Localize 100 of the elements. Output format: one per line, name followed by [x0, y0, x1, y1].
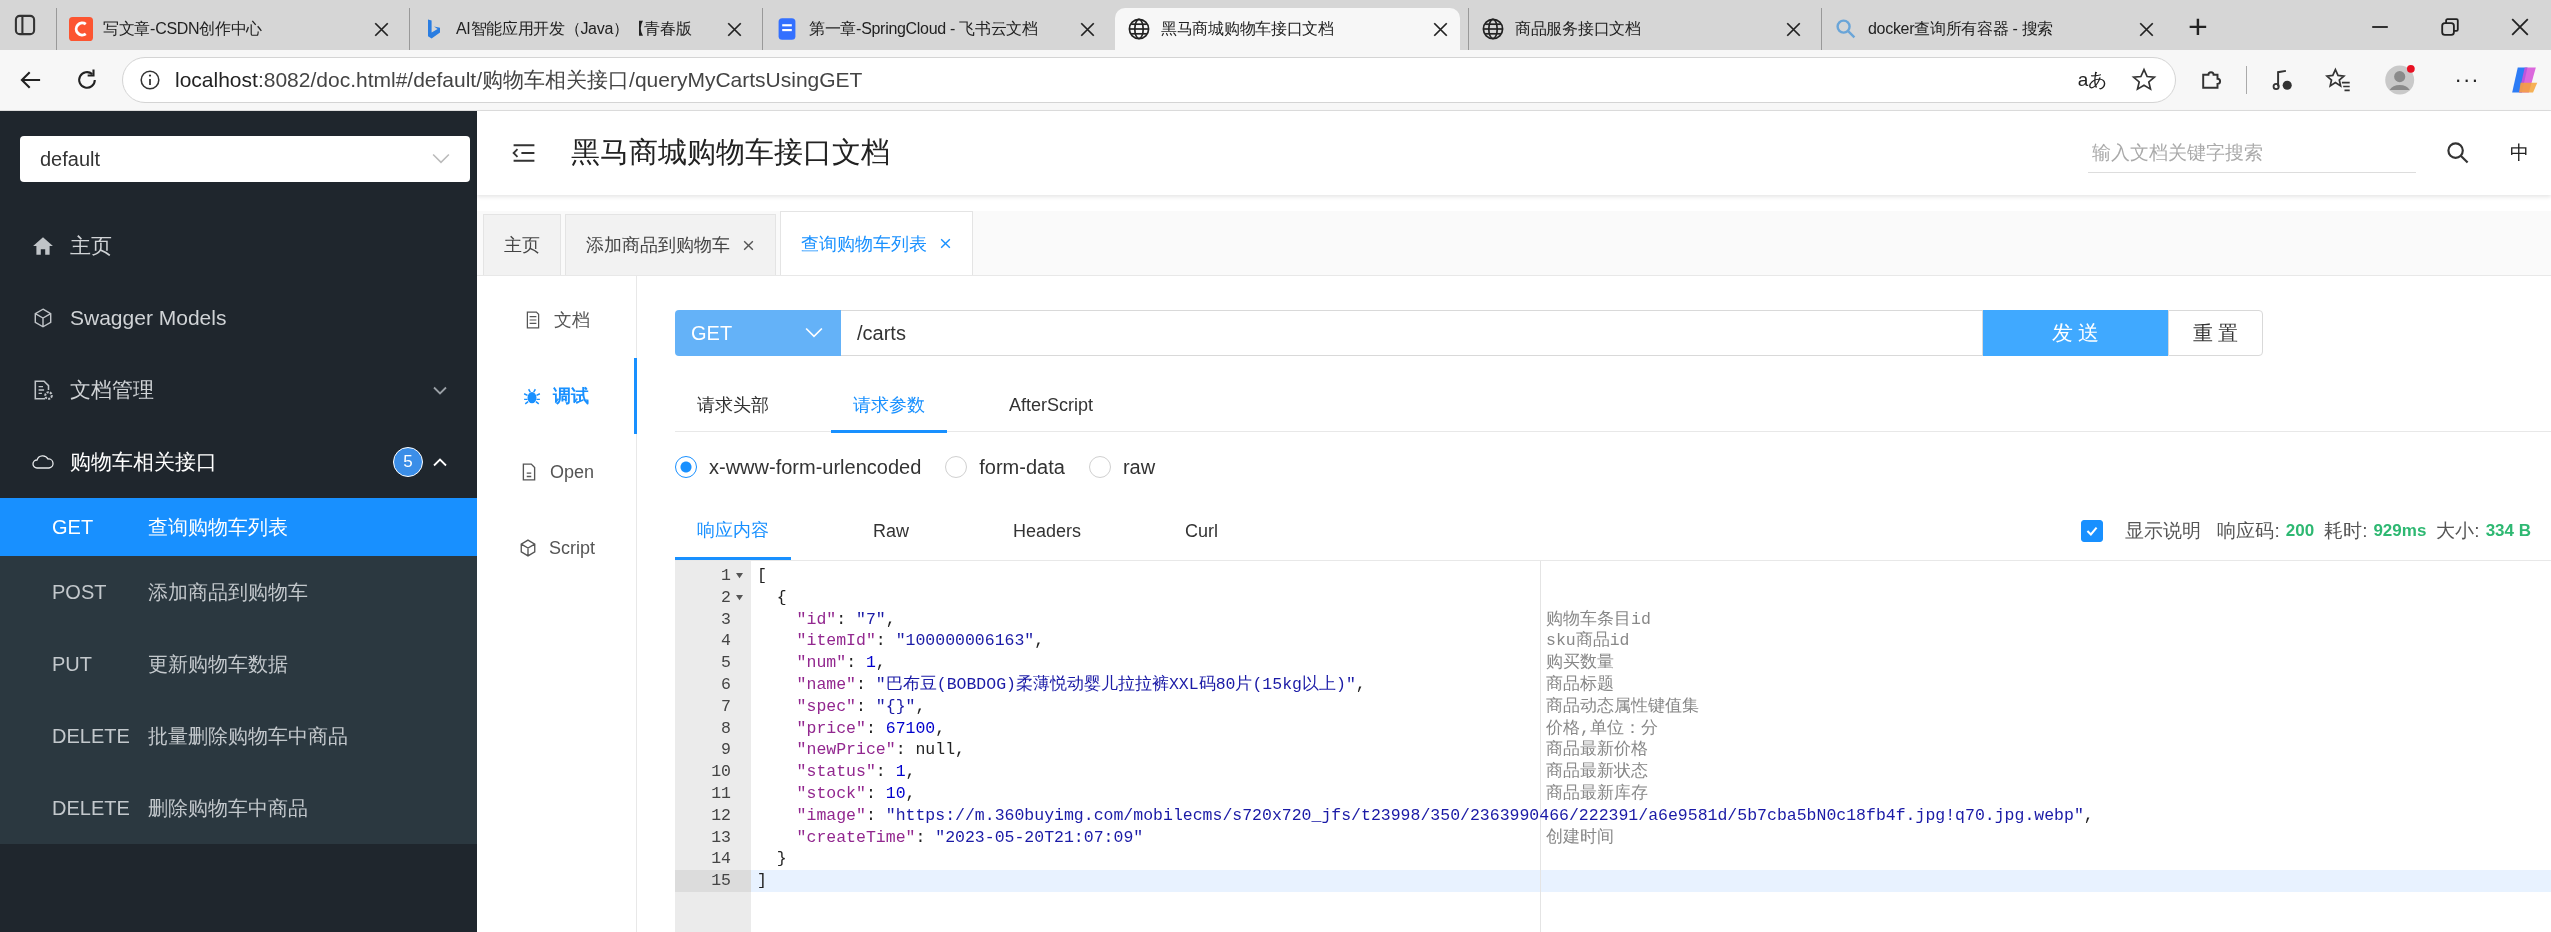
radio-label: x-www-form-urlencoded	[709, 455, 922, 479]
line-number: 6	[721, 674, 731, 696]
menu-fold-icon[interactable]	[511, 142, 537, 164]
line-number: 10	[711, 761, 731, 783]
status-code: 200	[2285, 521, 2315, 541]
menu-item[interactable]: 文档管理	[0, 354, 477, 426]
checkbox[interactable]	[2081, 520, 2104, 542]
close-icon[interactable]	[1786, 21, 1801, 37]
search-icon[interactable]	[2446, 141, 2470, 165]
globe-icon	[1127, 17, 1151, 41]
code-line: "stock": 10,	[795, 783, 916, 803]
menu-label: 文档管理	[70, 377, 154, 403]
api-label: 添加商品到购物车	[148, 579, 308, 605]
language-button[interactable]: 中	[2510, 140, 2529, 166]
page-tab[interactable]: 主页	[483, 214, 561, 275]
param-tab[interactable]: 请求头部	[675, 380, 791, 430]
menu-label: Swagger Models	[70, 306, 227, 330]
http-method: DELETE	[52, 724, 131, 748]
fold-arrow-icon[interactable]	[734, 572, 744, 580]
api-menu-item[interactable]: DELETE 删除购物车中商品	[0, 772, 477, 844]
http-method: DELETE	[52, 796, 131, 820]
info-icon	[139, 69, 161, 91]
close-icon[interactable]	[1433, 21, 1448, 37]
reset-button[interactable]: 重 置	[2168, 310, 2263, 356]
code-line: }	[775, 849, 787, 869]
close-icon[interactable]	[2139, 21, 2154, 37]
code-line: "id": "7",	[795, 609, 896, 629]
http-method: POST	[52, 580, 108, 604]
address-field[interactable]: localhost:8082/doc.html#/default/购物车相关接口/queryMyCartsUsingGET aあ	[122, 57, 2177, 103]
code-line: "num": 1,	[795, 653, 886, 673]
response-tab[interactable]: Raw	[851, 503, 931, 559]
page-tab[interactable]: 添加商品到购物车	[565, 214, 776, 275]
api-menu-item[interactable]: DELETE 批量删除购物车中商品	[0, 700, 477, 772]
globe-icon	[1481, 17, 1505, 41]
tab-title: 写文章-CSDN创作中心	[103, 18, 264, 39]
code-line: "spec": "{}",	[795, 696, 926, 716]
more-button[interactable]: ···	[2454, 67, 2480, 93]
field-comment: 购物车条目id	[1546, 608, 1651, 631]
close-icon[interactable]	[727, 21, 742, 37]
close-icon[interactable]	[374, 21, 389, 37]
radio-button[interactable]	[675, 456, 697, 478]
site-logo-icon	[69, 17, 93, 41]
line-number: 15	[711, 870, 731, 892]
tab-title: AI智能应用开发（Java）【青春版	[456, 18, 693, 39]
line-number: 14	[711, 848, 731, 871]
tab-actions-icon[interactable]	[12, 12, 38, 38]
response-tab[interactable]: Headers	[991, 503, 1104, 559]
code-line: "name": "巴布豆(BOBDOG)柔薄悦动婴儿拉拉裤XXL码80片(15kg以上)",	[795, 675, 1366, 694]
cube-icon	[519, 539, 537, 557]
fold-arrow-icon[interactable]	[734, 594, 744, 602]
menu-item[interactable]: Swagger Models	[0, 282, 477, 354]
browser-tab[interactable]: 黑马商城购物车接口文档	[1115, 8, 1460, 50]
tab-title: 黑马商城购物车接口文档	[1161, 18, 1335, 39]
line-number: 12	[711, 804, 731, 827]
api-menu-item[interactable]: PUT 更新购物车数据	[0, 628, 477, 700]
line-number: 7	[721, 695, 731, 718]
api-label: 更新购物车数据	[148, 651, 288, 677]
code-line: "image": "https://m.360buyimg.com/mobilecms/s720x720_jfs/t23998/350/2363990466/222391/a6e9581d/5b7cba5bN0c18fb4f.jpg!q70.jpg.webp",	[795, 805, 2094, 825]
field-comment: 商品最新状态	[1546, 761, 1648, 783]
api-label: 查询购物车列表	[148, 514, 288, 540]
param-tab[interactable]: AfterScript	[987, 380, 1116, 430]
home-icon	[32, 235, 54, 257]
field-comment: sku商品id	[1546, 630, 1630, 653]
profile-avatar-icon[interactable]	[2383, 63, 2417, 97]
line-number: 1	[721, 565, 731, 587]
new-tab-button[interactable]: +	[2188, 8, 2208, 44]
chevron-down-icon[interactable]	[433, 385, 447, 395]
group-select[interactable]: default	[20, 136, 470, 182]
code-line: [	[757, 566, 767, 585]
page-title: 黑马商城购物车接口文档	[571, 135, 890, 170]
tab-title: 第一章-SpringCloud - 飞书云文档	[809, 18, 1039, 39]
line-number: 2	[721, 586, 731, 609]
api-label: 批量删除购物车中商品	[148, 723, 348, 749]
menu-label: 购物车相关接口	[70, 449, 217, 475]
menu-item[interactable]: 购物车相关接口 5	[0, 426, 477, 498]
bug-icon	[522, 387, 541, 405]
response-tab[interactable]: Curl	[1163, 503, 1241, 559]
api-menu-item[interactable]: POST 添加商品到购物车	[0, 556, 477, 628]
close-icon[interactable]	[1080, 21, 1095, 37]
side-tab[interactable]: Open	[477, 434, 637, 510]
line-number: 11	[711, 782, 731, 805]
favorites-icon[interactable]	[2325, 67, 2352, 93]
read-aloud-button[interactable]: aあ	[2077, 67, 2108, 93]
cube-icon	[32, 307, 54, 329]
side-tab[interactable]: 文档	[477, 282, 637, 358]
star-icon[interactable]	[2131, 67, 2158, 93]
chevron-up-icon[interactable]	[433, 457, 447, 467]
size-label: 大小:	[2436, 519, 2480, 543]
menu-item[interactable]: 主页	[0, 210, 477, 282]
close-icon[interactable]	[742, 238, 755, 252]
line-number: 9	[721, 739, 731, 762]
time-label: 耗时:	[2324, 519, 2368, 543]
api-label: 删除购物车中商品	[148, 795, 308, 821]
line-number: 4	[721, 630, 731, 653]
side-tab[interactable]: Script	[477, 510, 637, 586]
line-number: 13	[711, 826, 731, 849]
field-comment: 商品最新库存	[1546, 782, 1648, 805]
url-field[interactable]: /carts	[841, 310, 1983, 356]
code-line: "itemId": "100000006163",	[795, 631, 1045, 651]
field-comment: 创建时间	[1546, 826, 1614, 849]
